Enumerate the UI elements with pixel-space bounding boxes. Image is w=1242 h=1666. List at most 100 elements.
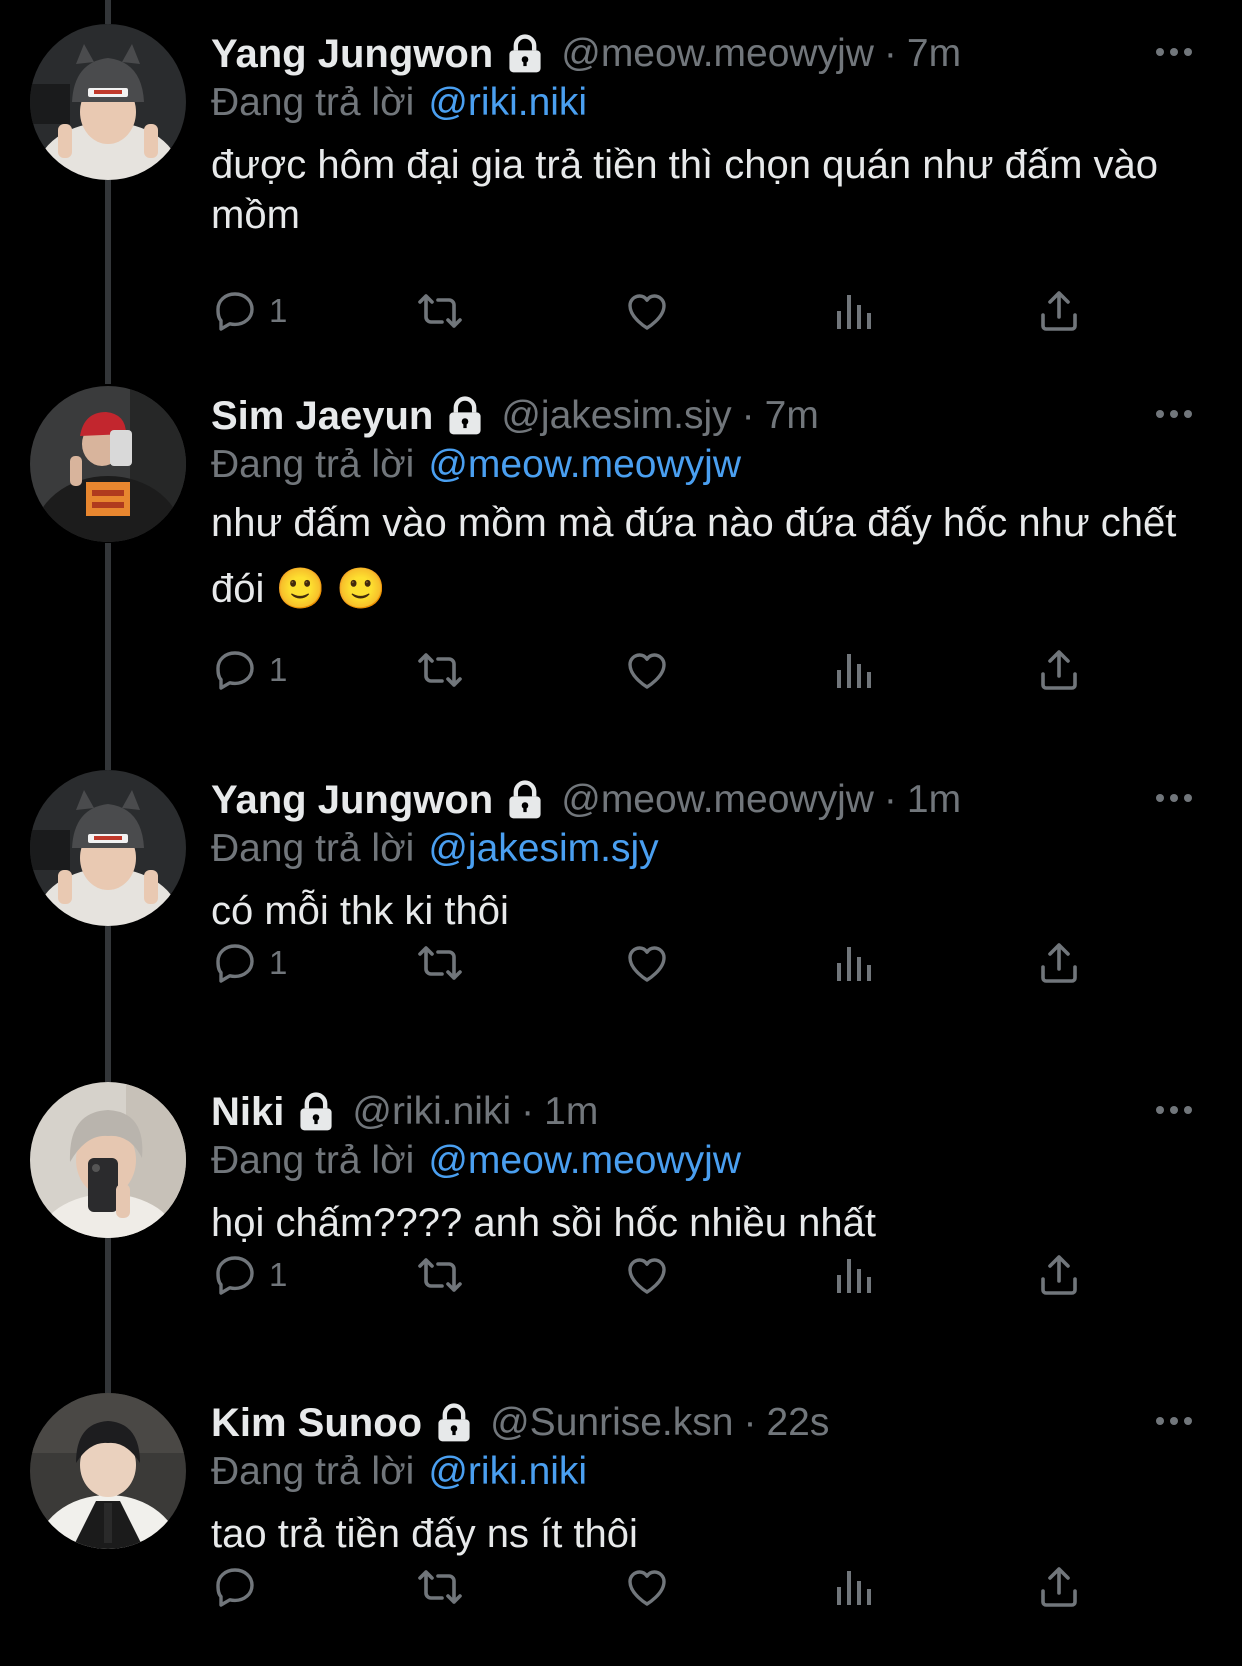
avatar[interactable]	[30, 386, 186, 542]
replying-to-label: Đang trả lời	[211, 81, 415, 124]
share-button[interactable]	[1035, 640, 1083, 700]
heart-icon	[623, 1563, 671, 1611]
views-icon	[829, 1251, 877, 1299]
display-name[interactable]: Kim Sunoo	[211, 1401, 422, 1446]
more-icon[interactable]	[1154, 792, 1194, 804]
timestamp[interactable]: 1m	[544, 1090, 598, 1134]
reply-button[interactable]: 1	[211, 1245, 287, 1305]
heart-icon	[623, 287, 671, 335]
tweet-text: như đấm vào mồm mà đứa nào đứa đấy hốc n…	[211, 501, 1177, 611]
views-button[interactable]	[829, 640, 877, 700]
heart-icon	[623, 646, 671, 694]
reply-icon	[211, 939, 259, 987]
retweet-icon	[416, 939, 464, 987]
share-button[interactable]	[1035, 1245, 1083, 1305]
share-button[interactable]	[1035, 1557, 1083, 1617]
share-icon	[1035, 287, 1083, 335]
reply-button[interactable]: 1	[211, 281, 287, 341]
tweet-header: Yang Jungwon @meow.meowyjw · 1m	[211, 772, 961, 828]
display-name[interactable]: Yang Jungwon	[211, 778, 493, 823]
replying-to-mention[interactable]: @meow.meowyjw	[428, 1139, 741, 1182]
share-button[interactable]	[1035, 933, 1083, 993]
share-icon	[1035, 646, 1083, 694]
user-handle[interactable]: @riki.niki	[352, 1090, 511, 1134]
tweet[interactable]: Niki @riki.niki · 1m Đang trả lời @meow.m…	[0, 1058, 1242, 1348]
timestamp[interactable]: 7m	[907, 32, 961, 76]
avatar[interactable]	[30, 1393, 186, 1549]
more-icon[interactable]	[1154, 46, 1194, 58]
timestamp[interactable]: 22s	[766, 1401, 829, 1445]
retweet-icon	[416, 646, 464, 694]
separator-dot: ·	[883, 778, 897, 821]
timestamp[interactable]: 7m	[765, 394, 819, 438]
reply-count: 1	[269, 651, 288, 688]
tweet[interactable]: Yang Jungwon @meow.meowyjw · 1m Đang trả…	[0, 746, 1242, 1036]
tweet[interactable]: Kim Sunoo @Sunrise.ksn · 22s Đang trả lờ…	[0, 1369, 1242, 1666]
like-button[interactable]	[623, 640, 671, 700]
replying-to: Đang trả lời @jakesim.sjy	[211, 824, 659, 874]
user-handle[interactable]: @meow.meowyjw	[561, 32, 874, 76]
user-handle[interactable]: @jakesim.sjy	[501, 394, 731, 438]
like-button[interactable]	[623, 1245, 671, 1305]
more-icon[interactable]	[1154, 1415, 1194, 1427]
reply-button[interactable]: 1	[211, 933, 287, 993]
retweet-button[interactable]	[416, 1245, 464, 1305]
retweet-icon	[416, 1563, 464, 1611]
user-handle[interactable]: @meow.meowyjw	[561, 778, 874, 822]
lock-icon	[503, 32, 547, 76]
tweet[interactable]: Sim Jaeyun @jakesim.sjy · 7m Đang trả lờ…	[0, 362, 1242, 742]
views-button[interactable]	[829, 1557, 877, 1617]
retweet-button[interactable]	[416, 640, 464, 700]
avatar[interactable]	[30, 770, 186, 926]
views-button[interactable]	[829, 281, 877, 341]
user-handle[interactable]: @Sunrise.ksn	[490, 1401, 733, 1445]
reply-count: 1	[269, 292, 288, 329]
tweet[interactable]: Yang Jungwon @meow.meowyjw · 7m Đang trả…	[0, 0, 1242, 360]
replying-to-mention[interactable]: @riki.niki	[428, 1450, 587, 1493]
display-name[interactable]: Sim Jaeyun	[211, 394, 433, 439]
separator-dot: ·	[883, 32, 897, 75]
timestamp[interactable]: 1m	[907, 778, 961, 822]
heart-icon	[623, 1251, 671, 1299]
replying-to-mention[interactable]: @riki.niki	[428, 81, 587, 124]
replying-to-label: Đang trả lời	[211, 827, 415, 870]
separator-dot: ·	[743, 1401, 757, 1444]
display-name[interactable]: Yang Jungwon	[211, 32, 493, 77]
tweet-header: Yang Jungwon @meow.meowyjw · 7m	[211, 26, 961, 82]
replying-to: Đang trả lời @riki.niki	[211, 78, 587, 128]
tweet-text: tao trả tiền đấy ns ít thôi	[211, 1512, 638, 1556]
tweet-text: họi chấm???? anh sồi hốc nhiều nhất	[211, 1201, 876, 1245]
views-button[interactable]	[829, 933, 877, 993]
like-button[interactable]	[623, 1557, 671, 1617]
share-button[interactable]	[1035, 281, 1083, 341]
retweet-button[interactable]	[416, 933, 464, 993]
display-name[interactable]: Niki	[211, 1090, 284, 1135]
reply-icon	[211, 1563, 259, 1611]
replying-to: Đang trả lời @riki.niki	[211, 1447, 587, 1497]
like-button[interactable]	[623, 281, 671, 341]
like-button[interactable]	[623, 933, 671, 993]
more-icon[interactable]	[1154, 1104, 1194, 1116]
reply-icon	[211, 1251, 259, 1299]
retweet-button[interactable]	[416, 281, 464, 341]
replying-to: Đang trả lời @meow.meowyjw	[211, 440, 741, 490]
share-icon	[1035, 1563, 1083, 1611]
views-button[interactable]	[829, 1245, 877, 1305]
avatar[interactable]	[30, 24, 186, 180]
views-icon	[829, 287, 877, 335]
separator-dot: ·	[521, 1090, 535, 1133]
tweet-header: Kim Sunoo @Sunrise.ksn · 22s	[211, 1395, 829, 1451]
reply-button[interactable]: 1	[211, 640, 287, 700]
reply-icon	[211, 287, 259, 335]
tweet-header: Sim Jaeyun @jakesim.sjy · 7m	[211, 388, 819, 444]
action-bar: 1	[211, 1245, 1111, 1305]
replying-to-mention[interactable]: @meow.meowyjw	[428, 443, 741, 486]
action-bar	[211, 1557, 1111, 1617]
reply-button[interactable]	[211, 1557, 269, 1617]
avatar[interactable]	[30, 1082, 186, 1238]
retweet-button[interactable]	[416, 1557, 464, 1617]
replying-to-mention[interactable]: @jakesim.sjy	[428, 827, 658, 870]
lock-icon	[443, 394, 487, 438]
replying-to-label: Đang trả lời	[211, 443, 415, 486]
more-icon[interactable]	[1154, 408, 1194, 420]
